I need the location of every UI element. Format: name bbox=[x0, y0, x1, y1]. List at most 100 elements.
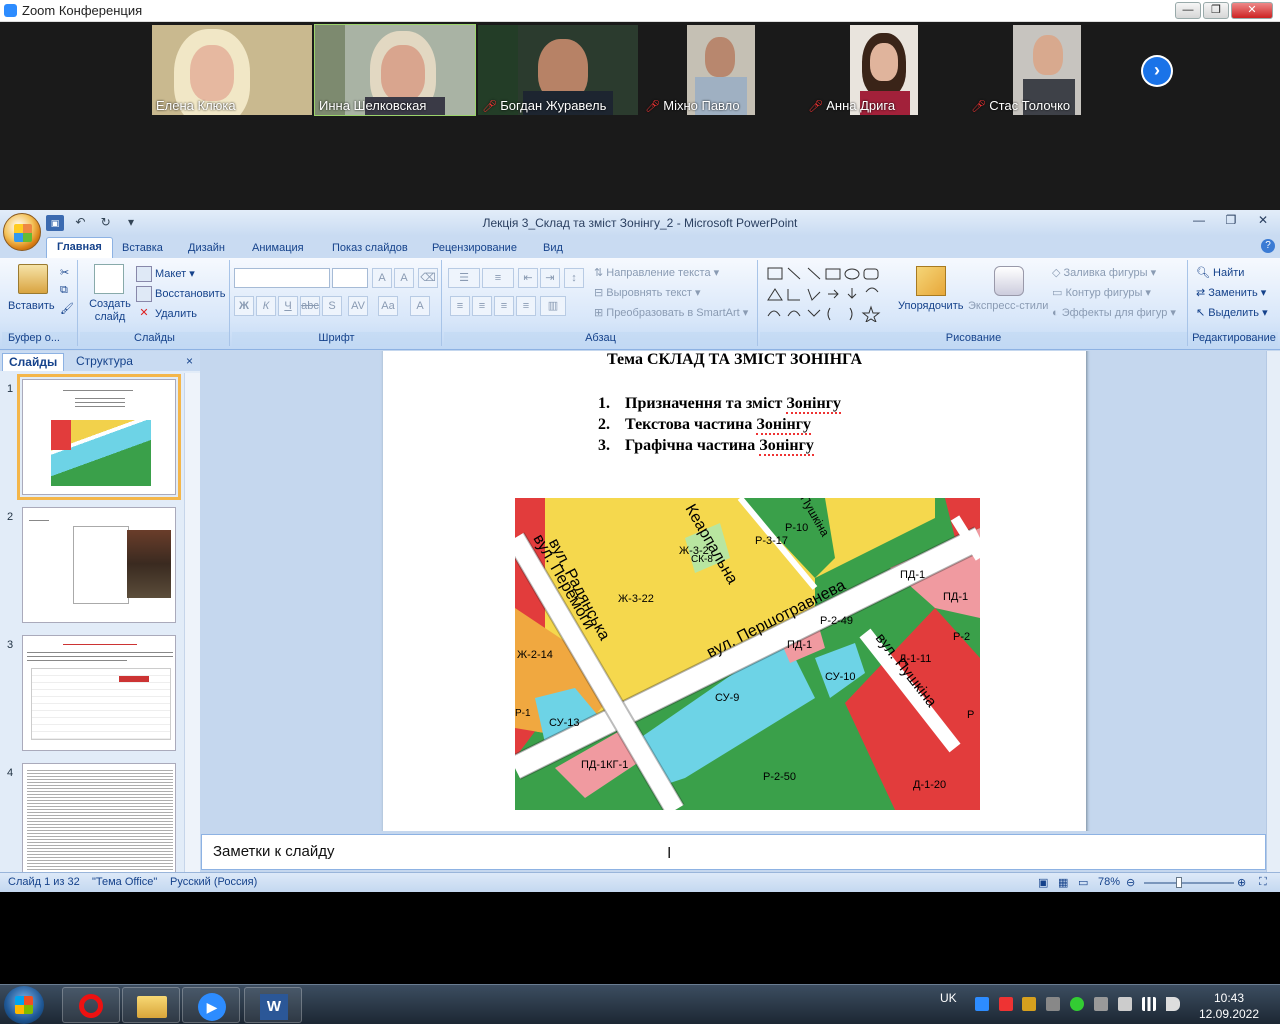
shape-effects-button[interactable]: ◐ Эффекты для фигур ▾ bbox=[1052, 306, 1176, 319]
volume-icon[interactable] bbox=[1166, 997, 1180, 1011]
minimize-button[interactable]: — bbox=[1175, 2, 1201, 19]
zoom-slider-thumb[interactable] bbox=[1176, 877, 1182, 888]
tab-slideshow[interactable]: Показ слайдов bbox=[322, 239, 418, 257]
slide-content-list[interactable]: 1. Призначення та зміст Зонінгу 2. Текстов… bbox=[598, 393, 841, 456]
tab-insert[interactable]: Вставка bbox=[112, 239, 173, 257]
zoom-in-icon[interactable]: ⊕ bbox=[1237, 876, 1246, 889]
taskbar-word[interactable]: W bbox=[244, 987, 302, 1023]
underline-icon[interactable]: Ч bbox=[278, 296, 298, 316]
start-button[interactable] bbox=[4, 986, 44, 1024]
align-center-icon[interactable]: ≡ bbox=[472, 296, 492, 316]
security-tray-icon[interactable] bbox=[999, 997, 1013, 1011]
tab-animation[interactable]: Анимация bbox=[242, 239, 314, 257]
grow-font-icon[interactable]: A bbox=[372, 268, 392, 288]
slide[interactable]: Тема СКЛАД ТА ЗМІСТ ЗОНІНГА 1. Призначенн… bbox=[383, 351, 1086, 831]
clear-format-icon[interactable]: ⌫ bbox=[418, 268, 438, 288]
normal-view-icon[interactable]: ▣ bbox=[1038, 876, 1048, 889]
ppt-minimize-button[interactable]: — bbox=[1188, 213, 1210, 227]
shadow-icon[interactable]: S bbox=[322, 296, 342, 316]
justify-icon[interactable]: ≡ bbox=[516, 296, 536, 316]
taskbar-opera[interactable] bbox=[62, 987, 120, 1023]
align-right-icon[interactable]: ≡ bbox=[494, 296, 514, 316]
clock[interactable]: 10:43 12.09.2022 bbox=[1196, 990, 1262, 1022]
new-slide-button[interactable]: Создать слайд bbox=[88, 298, 132, 324]
cut-icon[interactable]: ✂ bbox=[60, 266, 69, 279]
pane-scrollbar[interactable] bbox=[184, 373, 200, 873]
participant-tile-2[interactable]: Инна Шелковская bbox=[314, 24, 476, 116]
participant-tile-3[interactable]: 🎤︎ Богдан Журавель bbox=[478, 25, 638, 115]
copy-icon[interactable]: ⧉ bbox=[60, 284, 68, 297]
participant-tile-5[interactable]: 🎤︎ Анна Дрига bbox=[804, 25, 964, 115]
office-button[interactable] bbox=[3, 213, 41, 251]
line-spacing-icon[interactable]: ↕ bbox=[564, 268, 584, 288]
format-painter-icon[interactable]: 🖌︎ bbox=[60, 302, 74, 315]
font-size-input[interactable] bbox=[332, 268, 368, 288]
reset-button[interactable]: Восстановить bbox=[136, 286, 225, 302]
redo-icon[interactable]: ↻ bbox=[97, 214, 115, 230]
tab-slides[interactable]: Слайды bbox=[2, 353, 65, 371]
convert-smartart-button[interactable]: ⊞ Преобразовать в SmartArt ▾ bbox=[594, 306, 748, 319]
slide-scrollbar[interactable] bbox=[1266, 351, 1280, 873]
save-icon[interactable]: ▣ bbox=[46, 215, 64, 231]
zoom-level[interactable]: 78% bbox=[1098, 876, 1120, 888]
layout-button[interactable]: Макет ▾ bbox=[136, 266, 195, 282]
close-button[interactable]: ✕ bbox=[1231, 2, 1273, 19]
delete-slide-button[interactable]: ✕ Удалить bbox=[136, 306, 197, 322]
bullets-icon[interactable]: ☰ bbox=[448, 268, 480, 288]
columns-icon[interactable]: ▥ bbox=[540, 296, 566, 316]
slide-thumbnail-2[interactable] bbox=[22, 507, 176, 623]
bold-icon[interactable]: Ж bbox=[234, 296, 254, 316]
flag-tray-icon[interactable] bbox=[1118, 997, 1132, 1011]
slide-title[interactable]: Тема СКЛАД ТА ЗМІСТ ЗОНІНГА bbox=[383, 351, 1086, 369]
zoom-out-icon[interactable]: ⊖ bbox=[1126, 876, 1135, 889]
tab-outline[interactable]: Структура bbox=[70, 353, 139, 371]
tab-review[interactable]: Рецензирование bbox=[422, 239, 527, 257]
slide-thumbnail-1[interactable] bbox=[17, 374, 181, 500]
decrease-indent-icon[interactable]: ⇤ bbox=[518, 268, 538, 288]
notes-pane[interactable]: Заметки к слайду I bbox=[201, 834, 1266, 870]
fit-window-icon[interactable]: ⛶ bbox=[1259, 876, 1267, 889]
zoom-slider[interactable] bbox=[1144, 882, 1234, 884]
tray-icon[interactable] bbox=[1046, 997, 1060, 1011]
participant-tile-4[interactable]: 🎤︎ Міхно Павло bbox=[641, 25, 801, 115]
arrange-button[interactable]: Упорядочить bbox=[898, 300, 963, 312]
network-icon[interactable] bbox=[1142, 997, 1156, 1011]
spacing-icon[interactable]: AV bbox=[348, 296, 368, 316]
align-left-icon[interactable]: ≡ bbox=[450, 296, 470, 316]
participant-tile-6[interactable]: 🎤︎ Стас Толочко bbox=[967, 25, 1127, 115]
shape-fill-button[interactable]: ◇ Заливка фигуры ▾ bbox=[1052, 266, 1156, 279]
taskbar-zoom[interactable]: ▶ bbox=[182, 987, 240, 1023]
participant-tile-1[interactable]: Елена Клюка bbox=[152, 25, 312, 115]
slide-thumbnail-4[interactable] bbox=[22, 763, 176, 873]
font-name-input[interactable] bbox=[234, 268, 330, 288]
ppt-close-button[interactable]: ✕ bbox=[1252, 213, 1274, 227]
select-button[interactable]: ↖ Выделить ▾ bbox=[1196, 306, 1268, 319]
font-color-icon[interactable]: A bbox=[410, 296, 430, 316]
replace-button[interactable]: ⇄ Заменить ▾ bbox=[1196, 286, 1266, 299]
shapes-gallery[interactable] bbox=[766, 266, 882, 322]
shrink-font-icon[interactable]: A bbox=[394, 268, 414, 288]
slide-sorter-icon[interactable]: ▦ bbox=[1058, 876, 1068, 889]
find-button[interactable]: 🔍︎ Найти bbox=[1196, 266, 1244, 279]
paste-button[interactable]: Вставить bbox=[8, 300, 55, 312]
tab-view[interactable]: Вид bbox=[533, 239, 573, 257]
slideshow-view-icon[interactable]: ▭ bbox=[1078, 876, 1088, 889]
tray-icon[interactable] bbox=[1070, 997, 1084, 1011]
change-case-icon[interactable]: Aa bbox=[378, 296, 398, 316]
tray-icon[interactable] bbox=[1094, 997, 1108, 1011]
next-page-button[interactable]: › bbox=[1141, 55, 1173, 87]
tray-icon[interactable] bbox=[1022, 997, 1036, 1011]
shape-outline-button[interactable]: ▭ Контур фигуры ▾ bbox=[1052, 286, 1151, 299]
taskbar-explorer[interactable] bbox=[122, 987, 180, 1023]
increase-indent-icon[interactable]: ⇥ bbox=[540, 268, 560, 288]
undo-icon[interactable]: ↶ bbox=[71, 214, 89, 230]
ppt-restore-button[interactable]: ❐ bbox=[1220, 213, 1242, 227]
slide-thumbnail-3[interactable] bbox=[22, 635, 176, 751]
help-icon[interactable]: ? bbox=[1261, 239, 1275, 253]
align-text-button[interactable]: ⊟ Выровнять текст ▾ bbox=[594, 286, 701, 299]
customize-qat-icon[interactable]: ▾ bbox=[122, 214, 140, 230]
zoom-tray-icon[interactable] bbox=[975, 997, 989, 1011]
quick-styles-button[interactable]: Экспресс-стили bbox=[968, 300, 1048, 312]
zoning-map-image[interactable]: вул. Радянська Кеарпальна вул. Перемоги … bbox=[515, 498, 980, 810]
text-direction-button[interactable]: ⇅ Направление текста ▾ bbox=[594, 266, 719, 279]
